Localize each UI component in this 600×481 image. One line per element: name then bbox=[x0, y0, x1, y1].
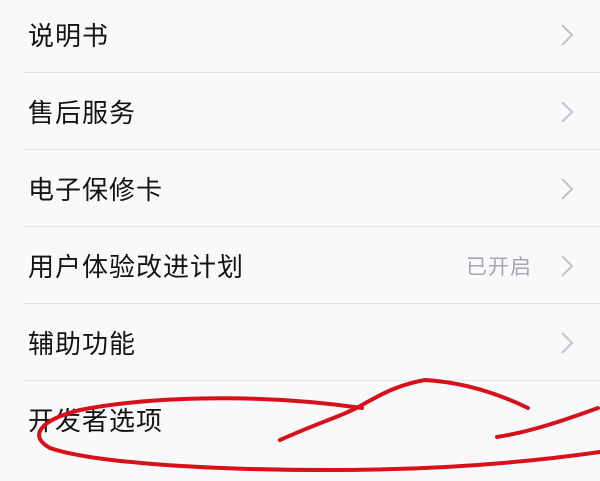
settings-list: 说明书 售后服务 电子保修卡 用户体验改进计划 已开启 辅助功能 开发者选项 bbox=[0, 0, 600, 458]
settings-item-warranty-card[interactable]: 电子保修卡 bbox=[0, 150, 600, 227]
settings-item-label: 电子保修卡 bbox=[28, 176, 164, 206]
settings-item-developer-options[interactable]: 开发者选项 bbox=[0, 381, 600, 458]
settings-item-label: 开发者选项 bbox=[28, 407, 164, 437]
chevron-right-icon bbox=[561, 100, 574, 123]
chevron-right-icon bbox=[561, 23, 574, 46]
settings-item-label: 用户体验改进计划 bbox=[28, 253, 245, 283]
settings-item-label: 辅助功能 bbox=[28, 330, 137, 360]
chevron-right-icon bbox=[561, 254, 574, 277]
settings-item-label: 售后服务 bbox=[28, 99, 137, 129]
chevron-right-icon bbox=[561, 331, 574, 354]
settings-item-label: 说明书 bbox=[28, 22, 110, 52]
settings-item-after-sales[interactable]: 售后服务 bbox=[0, 73, 600, 150]
status-text: 已开启 bbox=[466, 254, 532, 279]
settings-screen: 说明书 售后服务 电子保修卡 用户体验改进计划 已开启 辅助功能 开发者选项 bbox=[0, 0, 600, 481]
settings-item-manual[interactable]: 说明书 bbox=[0, 0, 600, 73]
settings-item-accessibility[interactable]: 辅助功能 bbox=[0, 304, 600, 381]
settings-item-ux-improvement[interactable]: 用户体验改进计划 已开启 bbox=[0, 227, 600, 304]
chevron-right-icon bbox=[561, 177, 574, 200]
